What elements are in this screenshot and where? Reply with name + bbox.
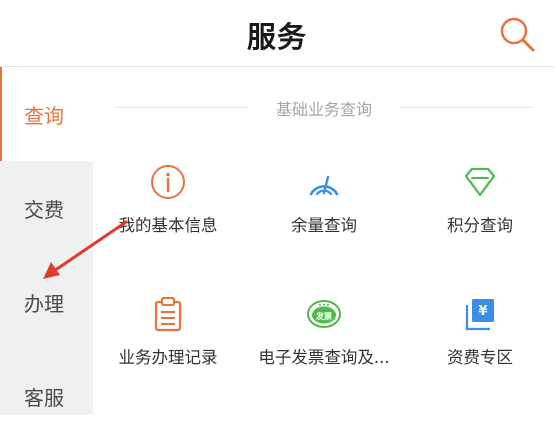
grid-item-label: 资费专区	[447, 348, 513, 367]
sidebar-item-service[interactable]: 客服	[0, 349, 93, 443]
tariff-icon: ¥	[465, 299, 494, 331]
grid-item-tariff-zone[interactable]: ¥ 资费专区	[402, 296, 554, 386]
sidebar-item-payment[interactable]: 交费	[0, 161, 93, 255]
grid-item-label: 余量查询	[291, 216, 357, 235]
sidebar-item-query[interactable]: 查询	[0, 67, 93, 161]
grid-item-label: 业务办理记录	[118, 348, 218, 367]
grid-item-business-record[interactable]: 业务办理记录	[90, 296, 246, 386]
section-header: 基础业务查询	[114, 92, 534, 122]
search-icon	[500, 17, 535, 52]
grid-item-label: 电子发票查询及...	[258, 348, 390, 367]
section-title: 基础业务查询	[275, 100, 372, 119]
grid-item-basic-info[interactable]: 我的基本信息	[90, 164, 246, 254]
gauge-icon	[309, 175, 339, 196]
invoice-icon-text: 发票	[315, 311, 332, 321]
grid-item-label: 积分查询	[447, 216, 513, 235]
sidebar: 查询 交费 办理 客服	[0, 67, 93, 415]
grid-item-label: 我的基本信息	[118, 216, 218, 235]
section-divider-right	[400, 107, 534, 108]
header-bar: 服务	[0, 0, 554, 67]
tariff-icon-text: ¥	[478, 304, 487, 319]
clipboard-icon	[154, 297, 182, 332]
info-icon	[151, 165, 185, 199]
diamond-icon	[464, 167, 496, 197]
page-title: 服务	[246, 20, 307, 54]
grid-item-e-invoice[interactable]: 发票 电子发票查询及...	[246, 296, 402, 386]
grid-item-balance-query[interactable]: 余量查询	[246, 164, 402, 254]
grid-item-points-query[interactable]: 积分查询	[402, 164, 554, 254]
sidebar-item-handle[interactable]: 办理	[0, 255, 93, 349]
search-button[interactable]	[495, 12, 539, 56]
invoice-icon: 发票	[307, 300, 341, 328]
